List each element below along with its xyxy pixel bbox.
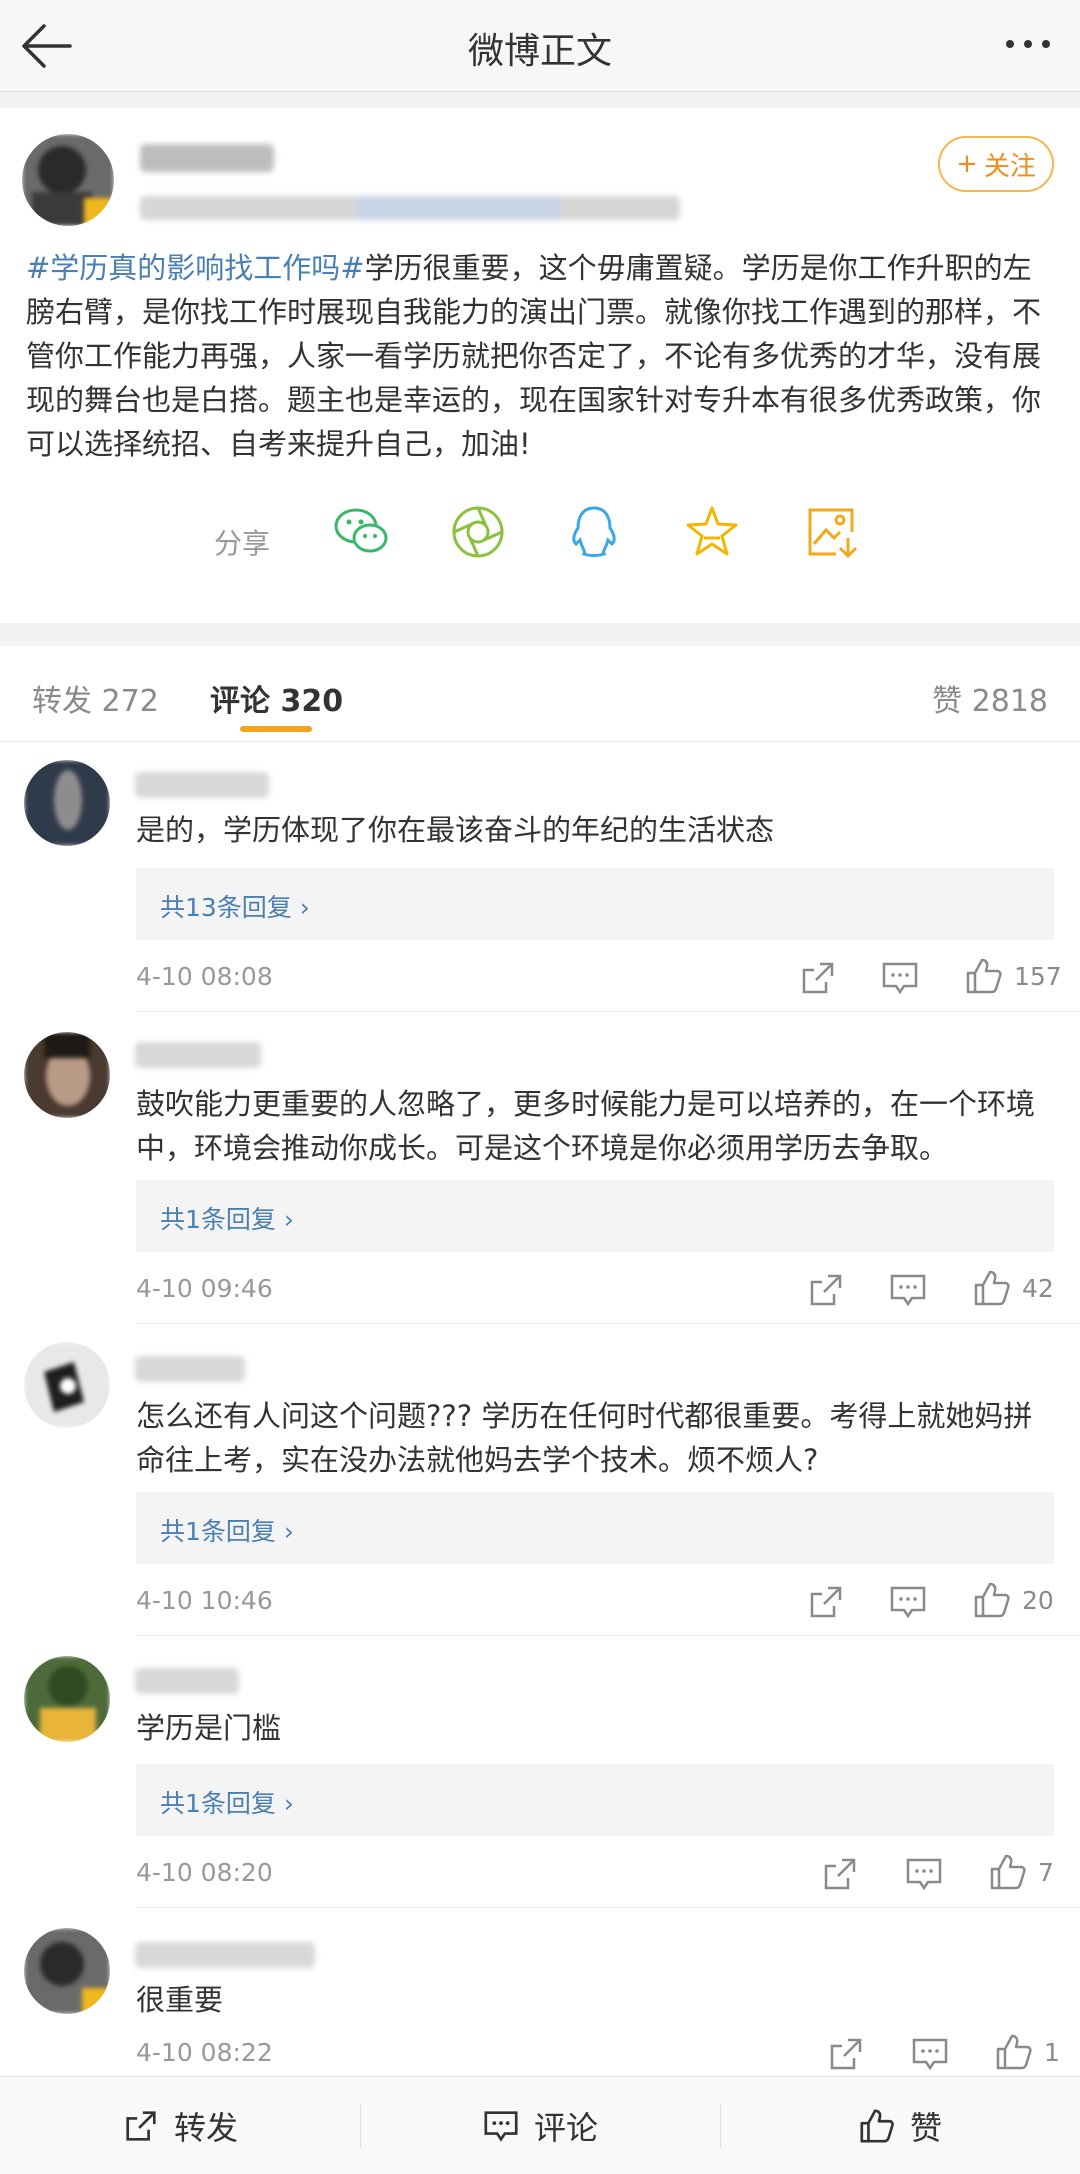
commenter-name[interactable] (135, 1356, 245, 1382)
like-count: 42 (1022, 1274, 1054, 1303)
comment-text: 学历是门槛 (136, 1711, 282, 1745)
commenter-avatar[interactable] (24, 1656, 110, 1742)
comment-item: 学历是门槛 共1条回复 › 4-10 08:20 7 (0, 1636, 1080, 1908)
author-name[interactable] (140, 144, 274, 172)
page-title: 微博正文 (467, 31, 612, 72)
like-icon[interactable] (988, 1852, 1028, 1892)
repost-icon[interactable] (806, 1582, 846, 1622)
comment-text: 很重要 (136, 1983, 224, 2017)
comment-time: 4-10 10:46 (136, 1586, 273, 1615)
replies-link[interactable]: 共1条回复 › (136, 1180, 1054, 1252)
comment-time: 4-10 09:46 (136, 1274, 273, 1303)
share-row: 分享 (0, 500, 1080, 580)
wechat-icon[interactable] (330, 500, 394, 564)
like-icon[interactable] (994, 2032, 1034, 2072)
like-button[interactable]: 赞 (720, 2077, 1080, 2174)
qq-icon[interactable] (562, 500, 626, 564)
post-body: #学历真的影响找工作吗#学历很重要，这个毋庸置疑。学历是你工作升职的左膀右臂，是… (26, 251, 1042, 461)
tab-comments[interactable]: 评论 320 (210, 676, 343, 720)
like-icon (860, 2109, 894, 2143)
hashtag-link[interactable]: #学历真的影响找工作吗# (26, 251, 365, 285)
repost-icon[interactable] (820, 1854, 860, 1894)
comment-text: 鼓吹能力更重要的人忽略了，更多时候能力是可以培养的，在一个环境中，环境会推动你成… (136, 1087, 1036, 1165)
commenter-avatar[interactable] (24, 1032, 110, 1118)
commenter-name[interactable] (135, 1668, 239, 1694)
post-card: + 关注 #学历真的影响找工作吗#学历很重要，这个毋庸置疑。学历是你工作升职的左… (0, 108, 1080, 623)
comment-item: 怎么还有人问这个问题??? 学历在任何时代都很重要。考得上就她妈拼命往上考，实在… (0, 1324, 1080, 1636)
author-avatar[interactable] (22, 134, 114, 226)
comment-icon[interactable] (904, 1854, 944, 1894)
comment-button[interactable]: 评论 (360, 2077, 720, 2174)
like-count: 20 (1022, 1586, 1054, 1615)
plus-icon: + (956, 149, 978, 179)
active-tab-indicator (240, 726, 312, 732)
repost-icon[interactable] (806, 1270, 846, 1310)
comment-text: 怎么还有人问这个问题??? 学历在任何时代都很重要。考得上就她妈拼命往上考，实在… (136, 1399, 1033, 1477)
like-count: 1 (1044, 2038, 1060, 2067)
bottom-action-bar: 转发 评论 赞 (0, 2076, 1080, 2174)
repost-icon[interactable] (826, 2034, 866, 2074)
save-image-icon[interactable] (800, 500, 864, 564)
like-icon[interactable] (964, 956, 1004, 996)
like-icon[interactable] (972, 1580, 1012, 1620)
tab-repost[interactable]: 转发 272 (32, 676, 159, 720)
moments-icon[interactable] (446, 500, 510, 564)
comment-item: 很重要 4-10 08:22 1 (0, 1908, 1080, 2076)
comment-item: 鼓吹能力更重要的人忽略了，更多时候能力是可以培养的，在一个环境中，环境会推动你成… (0, 1012, 1080, 1324)
commenter-avatar[interactable] (24, 1928, 110, 2014)
follow-button[interactable]: + 关注 (938, 136, 1054, 192)
commenter-name[interactable] (135, 1042, 261, 1068)
comment-icon (484, 2111, 518, 2142)
divider (0, 92, 1080, 108)
post-meta (140, 196, 680, 220)
replies-link[interactable]: 共1条回复 › (136, 1492, 1054, 1564)
comment-icon[interactable] (880, 958, 920, 998)
comment-item: 是的，学历体现了你在最该奋斗的年纪的生活状态 共13条回复 › 4-10 08:… (0, 742, 1080, 1012)
divider (0, 623, 1080, 646)
like-count: 157 (1014, 962, 1062, 991)
comment-icon[interactable] (888, 1270, 928, 1310)
commenter-name[interactable] (135, 772, 269, 798)
comment-icon[interactable] (888, 1582, 928, 1622)
replies-link[interactable]: 共1条回复 › (136, 1764, 1054, 1836)
repost-icon (126, 2111, 156, 2141)
comment-time: 4-10 08:20 (136, 1858, 273, 1887)
tab-bar: 转发 272 评论 320 赞 2818 (0, 646, 1080, 742)
comment-time: 4-10 08:08 (136, 962, 273, 991)
top-bar: 微博正文 (0, 0, 1080, 92)
like-icon[interactable] (972, 1268, 1012, 1308)
commenter-avatar[interactable] (24, 1342, 110, 1428)
repost-icon[interactable] (798, 958, 838, 998)
comment-text: 是的，学历体现了你在最该奋斗的年纪的生活状态 (136, 813, 775, 847)
replies-link[interactable]: 共13条回复 › (136, 868, 1054, 940)
tab-likes[interactable]: 赞 2818 (932, 676, 1048, 720)
commenter-avatar[interactable] (24, 760, 110, 846)
repost-button[interactable]: 转发 (0, 2077, 360, 2174)
commenter-name[interactable] (135, 1942, 315, 1968)
like-count: 7 (1038, 1858, 1054, 1887)
share-label: 分享 (214, 527, 271, 560)
favorite-star-icon[interactable] (680, 500, 744, 564)
comment-time: 4-10 08:22 (136, 2038, 273, 2067)
more-dots-icon[interactable] (998, 24, 1058, 64)
comment-icon[interactable] (910, 2034, 950, 2074)
